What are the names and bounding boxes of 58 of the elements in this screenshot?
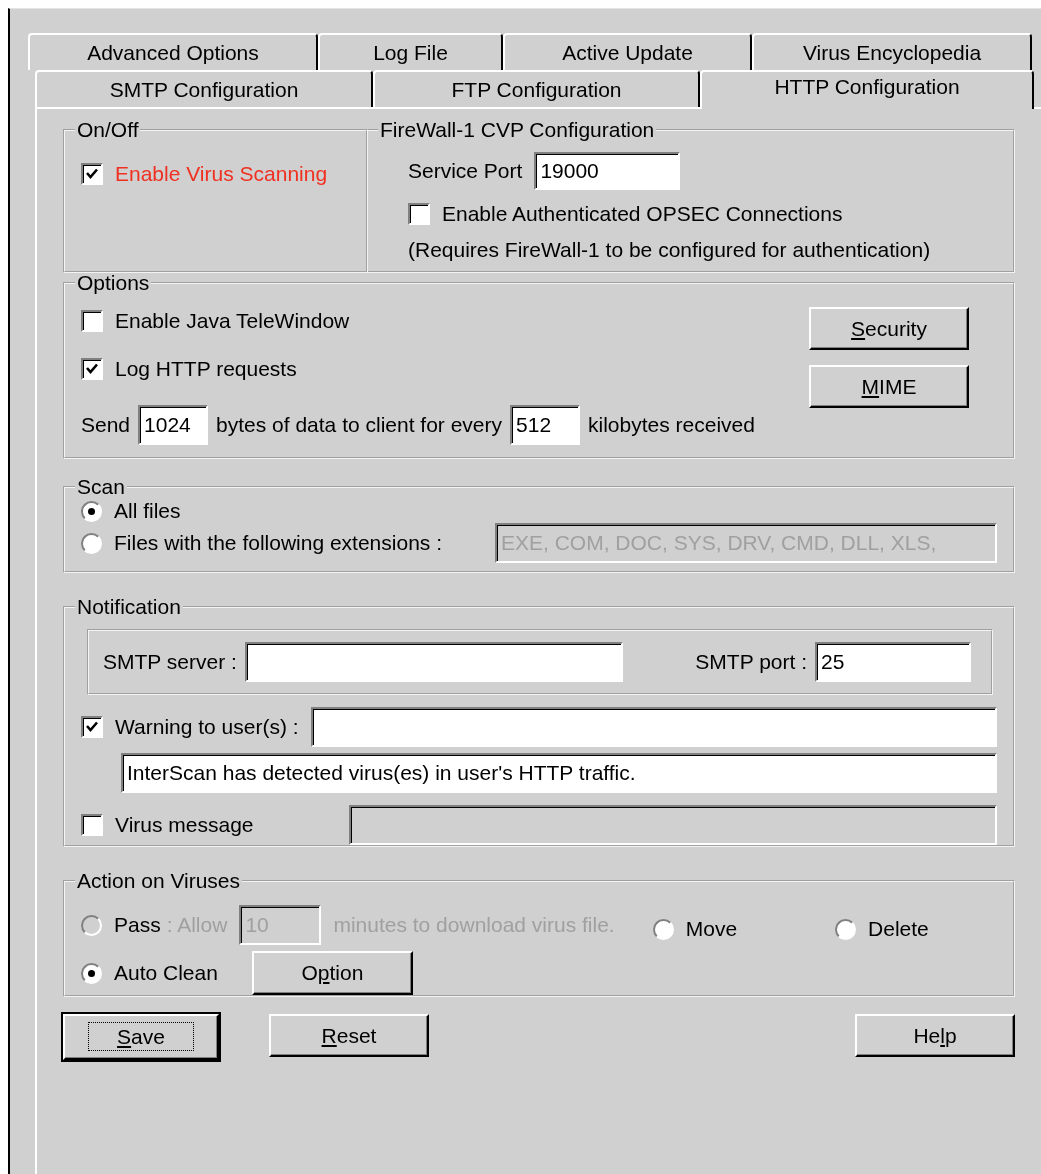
radio-button[interactable] (652, 918, 674, 940)
radio-label: Pass (114, 913, 161, 937)
dialog-button[interactable]: Save (63, 1014, 219, 1060)
checkbox-label: Enable Java TeleWindow (115, 309, 350, 333)
dialog-button[interactable]: Reset (269, 1014, 429, 1057)
checkbox-label: Enable Authenticated OPSEC Connections (442, 202, 843, 226)
message-field[interactable]: InterScan has detected virus(es) in user's HTTP traffic. (121, 753, 997, 793)
tab[interactable]: HTTP Configuration (700, 70, 1034, 109)
checkbox[interactable] (81, 310, 103, 332)
radio-button[interactable] (81, 962, 102, 984)
option-button[interactable]: Security (809, 307, 969, 350)
port-field[interactable]: 19000 (534, 152, 681, 190)
group-title: Scan (76, 475, 126, 499)
option-button[interactable]: Option (251, 951, 413, 995)
radio-button[interactable] (81, 532, 102, 554)
tab[interactable]: Log File (318, 33, 503, 70)
radio-label: All files (114, 499, 181, 523)
group-title: Options (76, 271, 151, 295)
checkbox[interactable] (81, 358, 103, 380)
port-field[interactable]: 25 (815, 642, 971, 682)
checkbox[interactable] (408, 203, 430, 225)
field-label: bytes of data to client for every (216, 413, 503, 437)
checkbox-label: Log HTTP requests (115, 357, 297, 381)
field-label: Service Port (408, 159, 523, 183)
radio-button[interactable] (81, 500, 102, 522)
dialog-button[interactable]: Help (855, 1014, 1015, 1057)
group-title: Action on Viruses (76, 869, 242, 893)
tab[interactable]: Active Update (503, 33, 752, 70)
checkmark-icon (85, 362, 99, 376)
group-title: FireWall-1 CVP Configuration (379, 118, 656, 142)
recipient-field[interactable] (310, 707, 997, 747)
tab[interactable]: Virus Encyclopedia (752, 33, 1032, 70)
field-label: kilobytes received (588, 413, 755, 437)
field-label: SMTP port : (695, 650, 807, 674)
checkbox[interactable] (81, 716, 103, 738)
field-label: SMTP server : (103, 650, 237, 674)
radio-label: Move (685, 917, 738, 941)
tab[interactable]: Advanced Options (28, 33, 318, 70)
checkbox[interactable] (81, 163, 103, 185)
radio-label: Delete (868, 917, 929, 941)
option-button[interactable]: MIME (809, 365, 969, 408)
radio-label: Auto Clean (114, 961, 218, 985)
field-label: Send (81, 413, 131, 437)
server-field[interactable] (244, 642, 623, 682)
checkbox-label: Enable Virus Scanning (115, 162, 328, 186)
group-title: Notification (76, 595, 182, 619)
checkmark-icon (85, 720, 99, 734)
tab[interactable]: FTP Configuration (373, 70, 700, 107)
number-field[interactable]: 512 (510, 405, 581, 445)
checkbox-label: Virus message (115, 813, 254, 837)
number-field[interactable]: 1024 (138, 405, 209, 445)
group-title: On/Off (76, 118, 140, 142)
radio-button[interactable] (835, 918, 857, 940)
tab[interactable]: SMTP Configuration (35, 70, 373, 107)
radio-label: Files with the following extensions : (114, 531, 442, 555)
note-text: (Requires FireWall-1 to be configured for authentication) (408, 238, 932, 262)
checkbox-label: Warning to user(s) : (115, 715, 299, 739)
checkmark-icon (85, 167, 99, 181)
